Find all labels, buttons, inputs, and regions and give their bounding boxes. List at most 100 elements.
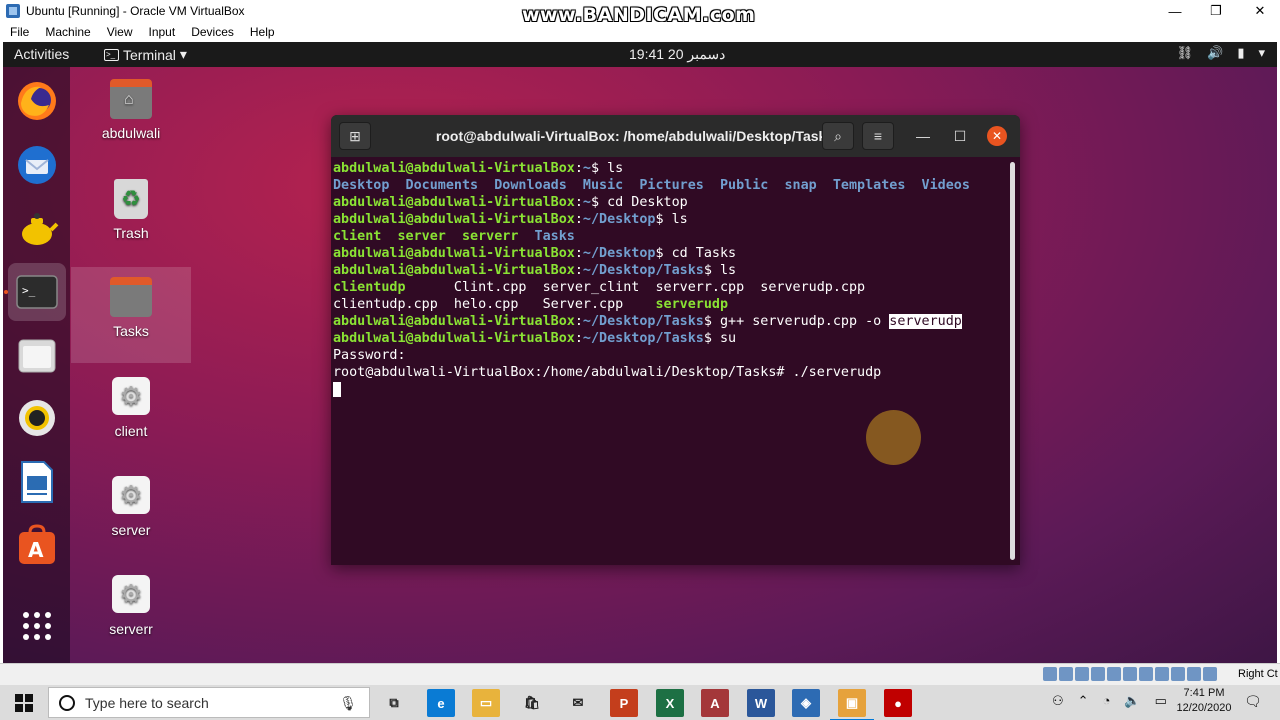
action-center-icon[interactable]: 🗨	[1244, 693, 1262, 710]
microphone-icon[interactable]: 🎙	[339, 695, 357, 712]
taskbar-clock[interactable]: 7:41 PM 12/20/2020	[1172, 686, 1236, 716]
desktop-icon-label: serverr	[109, 621, 153, 637]
battery-icon[interactable]: ▭	[1155, 693, 1167, 709]
terminal-scrollbar[interactable]	[1010, 162, 1015, 560]
menu-input[interactable]: Input	[139, 25, 182, 39]
bandicam-record-icon[interactable]: ●	[884, 689, 912, 717]
terminal-line: abdulwali@abdulwali-VirtualBox:~/Desktop…	[333, 246, 737, 261]
desktop-icon-label: client	[114, 423, 148, 439]
word-icon[interactable]: W	[747, 689, 775, 717]
store-icon[interactable]: 🛍	[518, 689, 546, 717]
hard-disk-icon[interactable]	[1043, 667, 1057, 681]
desktop-icon-client[interactable]: ⚙ client	[71, 369, 191, 459]
desktop-icon-tasks[interactable]: Tasks	[71, 267, 191, 363]
mail-icon[interactable]: ✉	[564, 689, 592, 717]
terminal-icon[interactable]: >_	[8, 263, 66, 321]
maximize-icon[interactable]: ☐	[944, 122, 976, 150]
menu-view[interactable]: View	[97, 25, 139, 39]
system-tray[interactable]: ⛓ 🔊 ▮ ▾	[1177, 45, 1265, 61]
optical-drive-icon[interactable]	[1059, 667, 1073, 681]
terminal-line	[333, 381, 1013, 398]
minimize-button[interactable]: —	[1155, 0, 1195, 22]
taskbar-search[interactable]: Type here to search 🎙	[48, 687, 370, 718]
file-explorer-icon[interactable]: ▭	[472, 689, 500, 717]
close-button[interactable]: ✕	[1240, 0, 1280, 22]
task-view-icon[interactable]: ⧉	[380, 689, 408, 717]
audio-icon[interactable]	[1075, 667, 1089, 681]
trash-icon: ♻	[114, 179, 148, 219]
mouse-highlight	[866, 410, 921, 465]
shared-folders-icon[interactable]	[1123, 667, 1137, 681]
activities-button[interactable]: Activities	[14, 46, 69, 62]
access-icon[interactable]: A	[701, 689, 729, 717]
libreoffice-writer-icon[interactable]	[8, 453, 66, 511]
firefox-icon[interactable]	[8, 72, 66, 130]
start-button[interactable]	[0, 685, 48, 720]
terminal-line: abdulwali@abdulwali-VirtualBox:~/Desktop…	[333, 212, 688, 227]
search-icon[interactable]: ⌕	[822, 122, 854, 150]
terminal-line: Password:	[333, 348, 406, 363]
desktop-icon-serverr[interactable]: ⚙ serverr	[71, 567, 191, 657]
people-icon[interactable]: ⚇	[1052, 693, 1064, 709]
hamburger-menu-icon[interactable]: ≡	[862, 122, 894, 150]
terminal-window[interactable]: ⊞ root@abdulwali-VirtualBox: /home/abdul…	[331, 115, 1020, 565]
menu-machine[interactable]: Machine	[35, 25, 96, 39]
terminal-line: clientudp Clint.cpp server_clint serverr…	[333, 280, 866, 295]
virtualbox-icon	[6, 4, 20, 18]
desktop-icon-home[interactable]: ⌂ abdulwali	[71, 73, 191, 163]
desktop-icon-label: server	[111, 522, 151, 538]
display-icon[interactable]	[1139, 667, 1153, 681]
volume-icon: 🔊	[1207, 45, 1224, 60]
app-menu[interactable]: >_ Terminal ▾	[104, 46, 187, 63]
wifi-icon[interactable]: ◔	[1103, 693, 1111, 709]
text-cursor	[333, 381, 341, 397]
app-grid-icon[interactable]	[8, 597, 66, 655]
desktop-icon-trash[interactable]: ♻ Trash	[71, 171, 191, 261]
search-placeholder: Type here to search	[85, 694, 209, 711]
clock[interactable]: 19:41 20 دسمبر	[629, 46, 725, 63]
virtualbox-icon[interactable]: ◈	[792, 689, 820, 717]
powerpoint-icon[interactable]: P	[610, 689, 638, 717]
terminal-line: abdulwali@abdulwali-VirtualBox:~/Desktop…	[333, 314, 962, 329]
terminal-line: clientudp.cpp helo.cpp Server.cpp server…	[333, 297, 729, 312]
files-icon[interactable]	[8, 326, 66, 384]
teapot-icon[interactable]	[8, 199, 66, 257]
thunderbird-icon[interactable]	[8, 136, 66, 194]
terminal-title: root@abdulwali-VirtualBox: /home/abdulwa…	[435, 128, 835, 144]
recording-icon[interactable]	[1155, 667, 1169, 681]
network-adapter-icon[interactable]	[1091, 667, 1105, 681]
taskbar-date: 12/20/2020	[1176, 702, 1232, 714]
vbox-status-icons[interactable]	[1043, 667, 1217, 681]
edge-icon[interactable]: e	[427, 689, 455, 717]
terminal-output[interactable]: abdulwali@abdulwali-VirtualBox:~$ ls Desk…	[333, 160, 1013, 398]
network-icon: ⛓	[1176, 45, 1194, 60]
desktop-icon-label: Tasks	[113, 323, 149, 339]
desktop-icon-server[interactable]: ⚙ server	[71, 468, 191, 558]
cpu-icon[interactable]	[1171, 667, 1185, 681]
excel-icon[interactable]: X	[656, 689, 684, 717]
close-icon[interactable]: ✕	[987, 126, 1007, 146]
maximize-button[interactable]: ❐	[1196, 0, 1236, 22]
menu-devices[interactable]: Devices	[181, 25, 240, 39]
terminal-icon: >_	[104, 48, 119, 61]
executable-gear-icon: ⚙	[112, 575, 150, 613]
software-icon[interactable]: A	[8, 516, 66, 574]
terminal-line: abdulwali@abdulwali-VirtualBox:~/Desktop…	[333, 331, 737, 346]
keyboard-icon[interactable]	[1203, 667, 1217, 681]
speaker-icon[interactable]: 🔈	[1124, 693, 1140, 709]
vbox-menu-bar: File Machine View Input Devices Help	[0, 22, 1280, 42]
windows-logo-icon	[15, 693, 33, 712]
menu-file[interactable]: File	[0, 25, 35, 39]
terminal-line: client server serverr Tasks	[333, 229, 575, 244]
taskbar-tray[interactable]: ⚇ ⌃ ◔ 🔈 ▭	[1052, 693, 1167, 709]
folder-icon	[110, 277, 152, 317]
battery-icon: ▮	[1237, 45, 1245, 60]
usb-icon[interactable]	[1107, 667, 1121, 681]
chevron-up-icon[interactable]: ⌃	[1078, 693, 1089, 709]
rhythmbox-icon[interactable]	[8, 389, 66, 447]
window-title: Ubuntu [Running] - Oracle VM VirtualBox	[26, 4, 245, 18]
menu-help[interactable]: Help	[240, 25, 281, 39]
minimize-icon[interactable]: —	[907, 122, 939, 150]
mouse-integration-icon[interactable]	[1187, 667, 1201, 681]
ubuntu-vm-icon[interactable]: ▣	[830, 689, 874, 720]
